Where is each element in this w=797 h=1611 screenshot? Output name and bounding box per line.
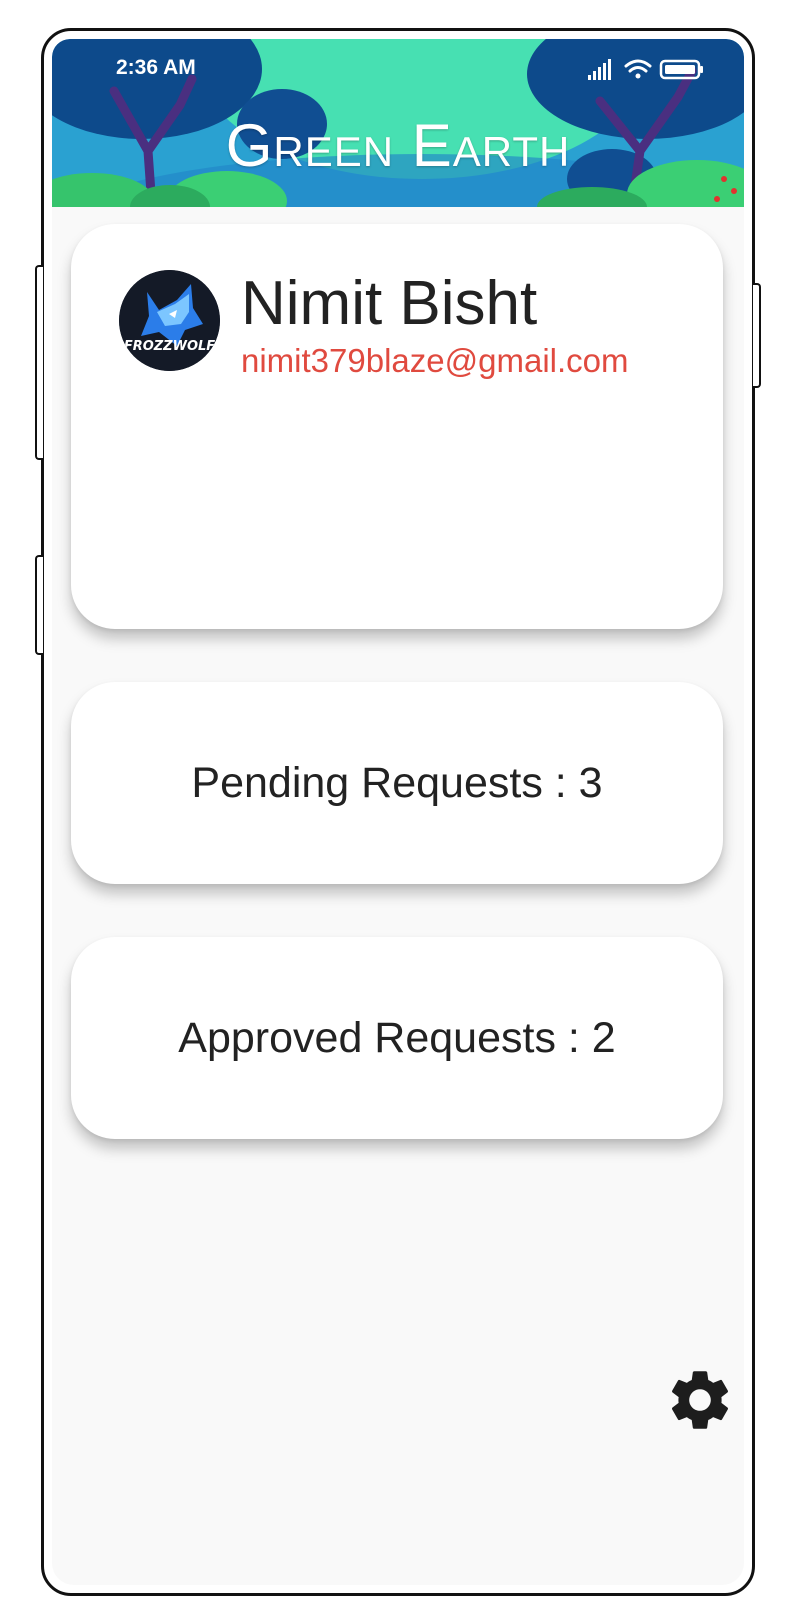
battery-icon — [659, 59, 703, 80]
app-header: 2:36 AM Green Earth — [52, 39, 744, 207]
signal-icon — [588, 59, 611, 80]
volume-button — [35, 265, 43, 460]
pending-requests-label: Pending Requests : 3 — [191, 758, 603, 807]
avatar[interactable]: FROZZWOLF — [119, 270, 220, 371]
profile-email: nimit379blaze@gmail.com — [241, 342, 629, 379]
approved-requests-card[interactable]: Approved Requests : 2 — [71, 937, 723, 1139]
app-screen: 2:36 AM Green Earth FROZZWOLF Nimit Bish… — [52, 39, 744, 1585]
wolf-logo-image: FROZZWOLF — [119, 270, 220, 371]
avatar-text: FROZZWOLF — [124, 339, 215, 354]
app-title: Green Earth — [225, 112, 571, 179]
gear-icon[interactable] — [664, 1364, 736, 1436]
status-icons — [588, 57, 706, 86]
status-time: 2:36 AM — [116, 56, 196, 79]
pending-requests-card[interactable]: Pending Requests : 3 — [71, 682, 723, 884]
side-button — [35, 555, 43, 655]
profile-name: Nimit Bisht — [241, 269, 538, 338]
power-button — [753, 283, 761, 388]
profile-card: FROZZWOLF Nimit Bisht nimit379blaze@gmai… — [71, 224, 723, 629]
settings-button[interactable] — [664, 1364, 736, 1436]
wifi-icon — [624, 59, 652, 79]
approved-requests-label: Approved Requests : 2 — [178, 1013, 616, 1062]
